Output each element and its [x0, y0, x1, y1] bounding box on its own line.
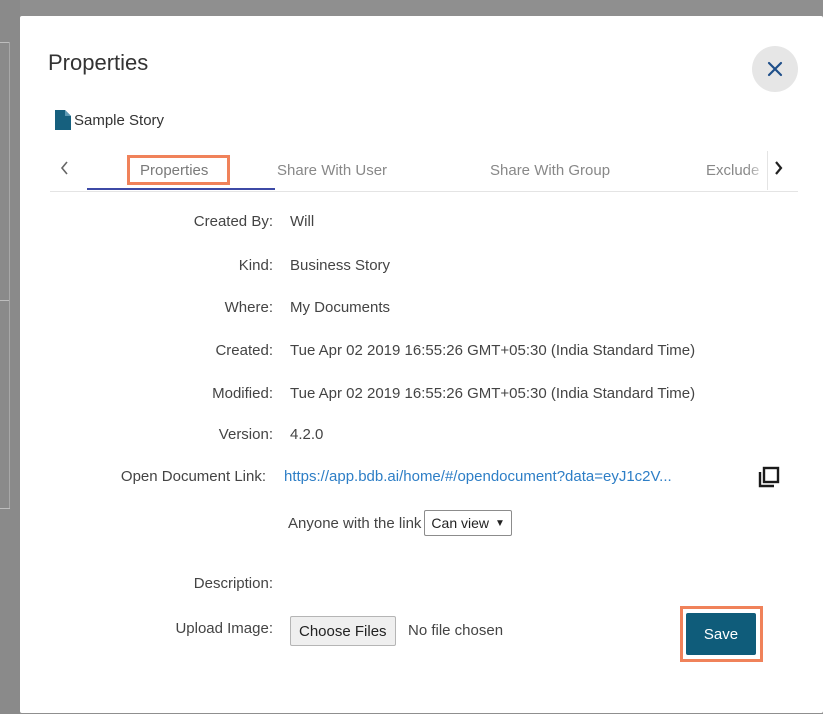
created-label: Created: — [215, 342, 273, 359]
tab-scroll-left[interactable] — [58, 157, 72, 184]
backdrop-edge-line — [9, 300, 10, 508]
active-tab-indicator — [87, 188, 275, 190]
file-status: No file chosen — [408, 622, 504, 639]
kind-value: Business Story — [290, 257, 391, 274]
tab-label: Properties — [140, 162, 209, 179]
tab-share-with-group[interactable]: Share With Group — [490, 151, 610, 190]
where-value: My Documents — [290, 299, 391, 316]
close-icon — [767, 61, 783, 77]
backdrop-edge-line — [9, 42, 10, 300]
close-button[interactable] — [752, 46, 798, 92]
permission-selected-value: Can view — [431, 515, 490, 531]
choose-files-button[interactable]: Choose Files — [290, 616, 396, 646]
where-label: Where: — [224, 299, 273, 316]
backdrop — [0, 0, 20, 714]
tab-properties[interactable]: Properties — [140, 151, 208, 190]
document-name: Sample Story — [74, 111, 165, 129]
version-label: Version: — [218, 426, 273, 443]
permission-select[interactable]: Can view ▼ — [424, 510, 512, 536]
properties-dialog: Properties Sample Story Properties Share… — [20, 16, 823, 713]
tab-label: Share With User — [277, 162, 388, 179]
copy-icon — [758, 466, 780, 488]
share-permission-row: Anyone with the link Can view ▼ — [288, 510, 512, 536]
tab-scroll-right[interactable] — [772, 157, 786, 184]
description-label: Description: — [193, 575, 273, 592]
backdrop-divider — [0, 508, 10, 509]
chevron-left-icon — [60, 161, 68, 175]
share-text: Anyone with the link — [288, 514, 422, 532]
save-button[interactable]: Save — [686, 613, 756, 655]
tab-label: Share With Group — [490, 162, 611, 179]
tab-bar: Properties Share With User Share With Gr… — [50, 151, 798, 192]
document-header: Sample Story — [54, 109, 164, 131]
created-value: Tue Apr 02 2019 16:55:26 GMT+05:30 (Indi… — [290, 342, 696, 359]
version-value: 4.2.0 — [290, 426, 324, 443]
upload-image-label: Upload Image: — [175, 620, 273, 637]
caret-down-icon: ▼ — [495, 517, 505, 529]
open-document-link-label: Open Document Link: — [120, 468, 266, 485]
modified-label: Modified: — [212, 385, 273, 402]
dialog-title: Properties — [48, 50, 149, 75]
chevron-right-icon — [775, 161, 783, 175]
kind-label: Kind: — [238, 257, 273, 274]
tab-separator — [767, 151, 768, 190]
open-document-link[interactable]: https://app.bdb.ai/home/#/opendocument?d… — [284, 468, 672, 485]
created-by-value: Will — [290, 213, 315, 230]
copy-link-button[interactable] — [757, 465, 781, 494]
document-icon — [55, 110, 71, 130]
tab-share-with-user[interactable]: Share With User — [277, 151, 387, 190]
modified-value: Tue Apr 02 2019 16:55:26 GMT+05:30 (Indi… — [290, 385, 696, 402]
created-by-label: Created By: — [193, 213, 273, 230]
tab-fade — [747, 151, 767, 190]
